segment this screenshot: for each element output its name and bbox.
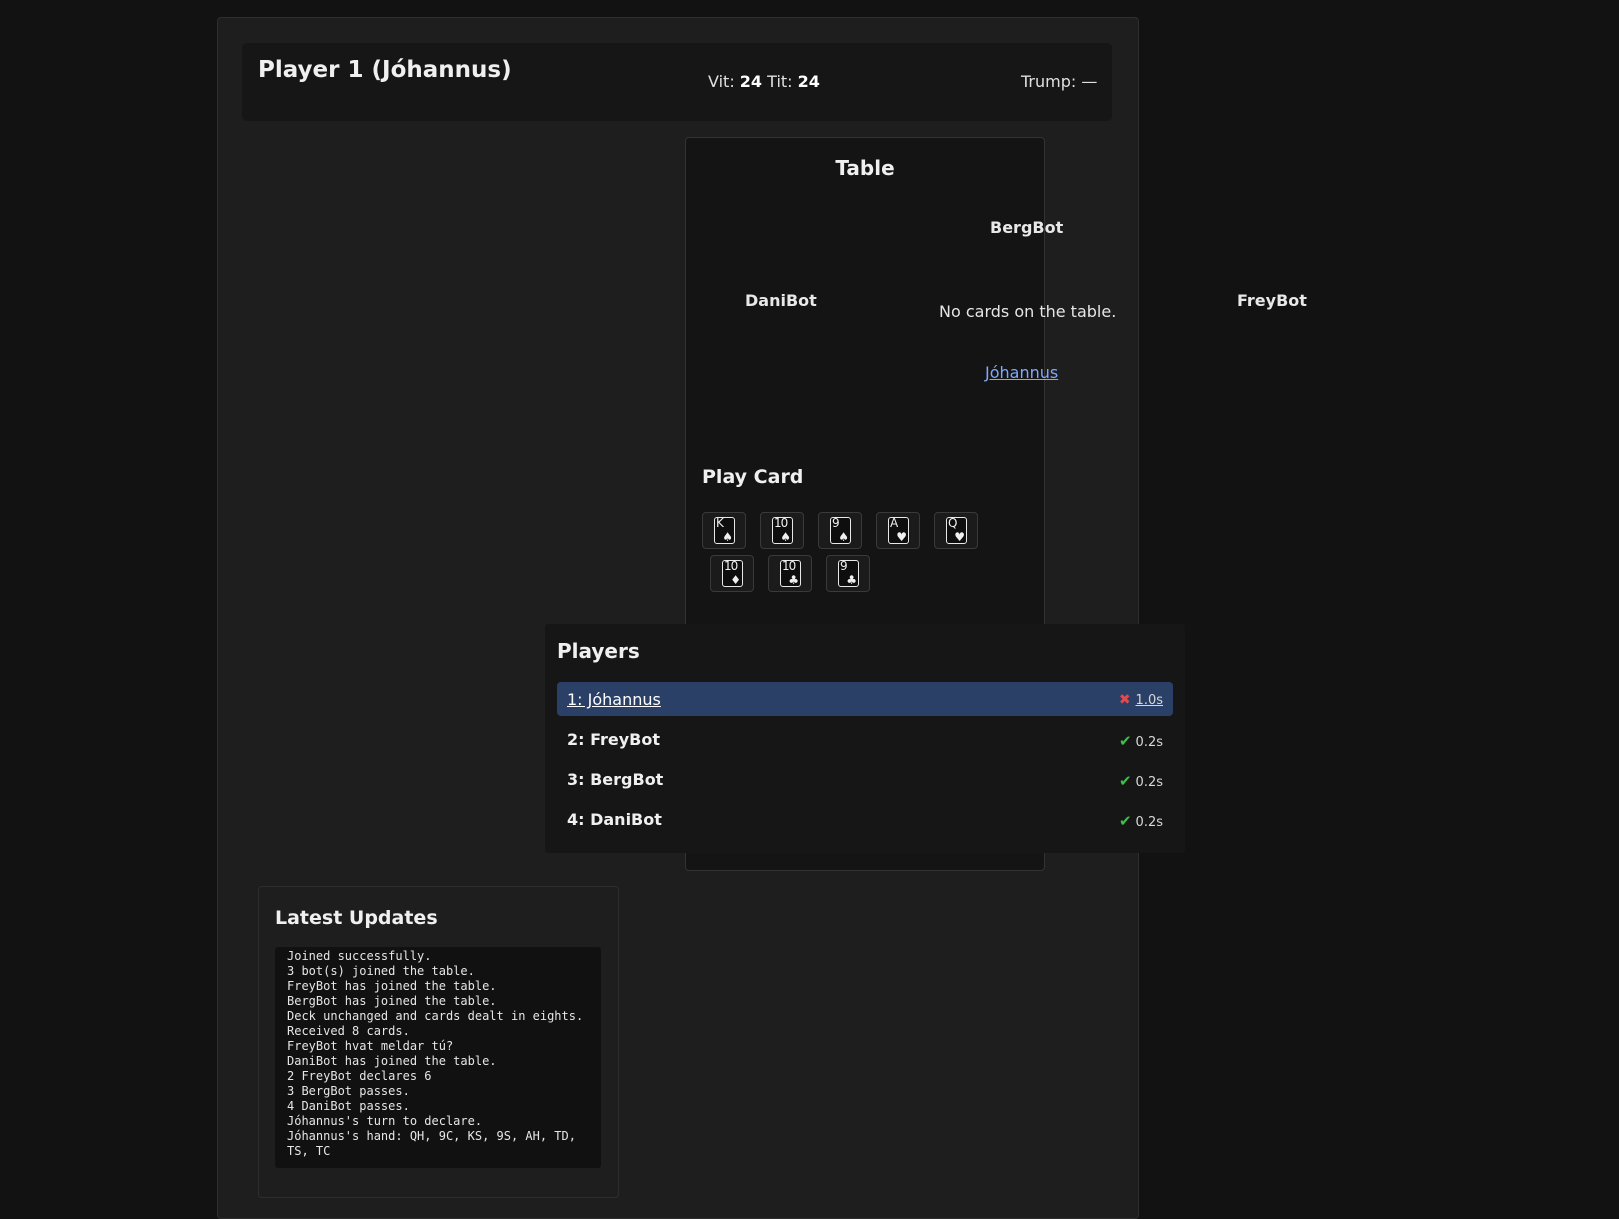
diamond-suit-icon: ♦ [730,573,741,587]
log-line: FreyBot hvat meldar tú? [287,1039,454,1053]
table-title: Table [835,156,895,180]
log-line: BergBot has joined the table. [287,994,497,1008]
card-rank: 10 [774,516,788,530]
player-status: ✔ 0.2s [1119,812,1163,830]
check-icon: ✔ [1118,732,1132,750]
spade-suit-icon: ♠ [780,530,791,544]
card-button[interactable]: 9 ♠ [818,512,862,549]
card-button[interactable]: Q ♥ [934,512,978,549]
club-suit-icon: ♣ [846,573,857,587]
player-status: ✔ 0.2s [1119,732,1163,750]
page-title: Player 1 (Jóhannus) [258,57,512,83]
card-face: 9 ♠ [830,517,851,544]
heart-suit-icon: ♥ [896,530,907,544]
club-suit-icon: ♣ [788,573,799,587]
player-row: 3: BergBot ✔ 0.2s [557,762,1173,796]
card-button[interactable]: 9 ♣ [826,555,870,592]
heart-suit-icon: ♥ [954,530,965,544]
tit-label: Tit: [767,72,793,91]
player-row-active[interactable]: 1: Jóhannus ✖ 1.0s [557,682,1173,716]
card-button[interactable]: K ♠ [702,512,746,549]
table-empty-message: No cards on the table. [939,302,1117,321]
log-line: Jóhannus's turn to declare. [287,1114,483,1128]
vit-value: 24 [739,72,763,91]
player-name: 4: DaniBot [567,810,662,829]
log-line: Deck unchanged and cards dealt in eights… [287,1009,584,1023]
spade-suit-icon: ♠ [722,530,733,544]
card-face: K ♠ [714,517,735,544]
player-time: 0.2s [1135,815,1163,830]
seat-top-player: BergBot [990,218,1064,237]
updates-log[interactable]: Joined successfully. 3 bot(s) joined the … [275,947,601,1168]
check-icon: ✔ [1118,812,1132,830]
card-rank: 10 [782,559,796,573]
card-face: Q ♥ [946,517,967,544]
card-face: 9 ♣ [838,560,859,587]
card-face: 10 ♦ [722,560,743,587]
card-button[interactable]: 10 ♠ [760,512,804,549]
log-line: 3 bot(s) joined the table. [287,964,475,978]
player-name: 2: FreyBot [567,730,661,749]
card-button[interactable]: A ♥ [876,512,920,549]
updates-title: Latest Updates [275,907,438,929]
player-time: 0.2s [1135,775,1163,790]
card-rank: 9 [840,559,848,573]
play-card-title: Play Card [702,466,804,488]
log-line: 3 BergBot passes. [287,1084,410,1098]
card-rank: 10 [724,559,738,573]
player-status: ✖ 1.0s [1119,692,1163,708]
seat-bottom-player-link[interactable]: Jóhannus [985,363,1058,382]
player-time[interactable]: 1.0s [1136,693,1163,708]
vit-label: Vit: [708,72,735,91]
player-row: 4: DaniBot ✔ 0.2s [557,802,1173,836]
log-line: 4 DaniBot passes. [287,1099,410,1113]
log-line: Joined successfully. [287,949,432,963]
log-line: Received 8 cards. [287,1024,410,1038]
seat-left-player: DaniBot [745,291,817,310]
players-title: Players [557,639,640,663]
log-line: 2 FreyBot declares 6 [287,1069,432,1083]
card-rank: Q [948,516,958,530]
player-status: ✔ 0.2s [1119,772,1163,790]
log-line: DaniBot has joined the table. [287,1054,497,1068]
score-display: Vit: 24 Tit: 24 [708,72,820,91]
card-button[interactable]: 10 ♣ [768,555,812,592]
check-icon: ✔ [1118,772,1132,790]
log-line: FreyBot has joined the table. [287,979,497,993]
trump-indicator: Trump: — [1021,72,1098,91]
card-rank: A [890,516,898,530]
card-rank: 9 [832,516,840,530]
card-button[interactable]: 10 ♦ [710,555,754,592]
player-name[interactable]: 1: Jóhannus [567,690,661,709]
card-face: 10 ♣ [780,560,801,587]
log-line: Jóhannus's hand: QH, 9C, KS, 9S, AH, TD,… [287,1129,584,1158]
card-face: 10 ♠ [772,517,793,544]
tit-value: 24 [797,72,820,91]
player-name: 3: BergBot [567,770,664,789]
spade-suit-icon: ♠ [838,530,849,544]
card-face: A ♥ [888,517,909,544]
cross-icon: ✖ [1118,692,1131,708]
card-rank: K [716,516,724,530]
player-row: 2: FreyBot ✔ 0.2s [557,722,1173,756]
player-time: 0.2s [1135,735,1163,750]
seat-right-player: FreyBot [1237,291,1307,310]
